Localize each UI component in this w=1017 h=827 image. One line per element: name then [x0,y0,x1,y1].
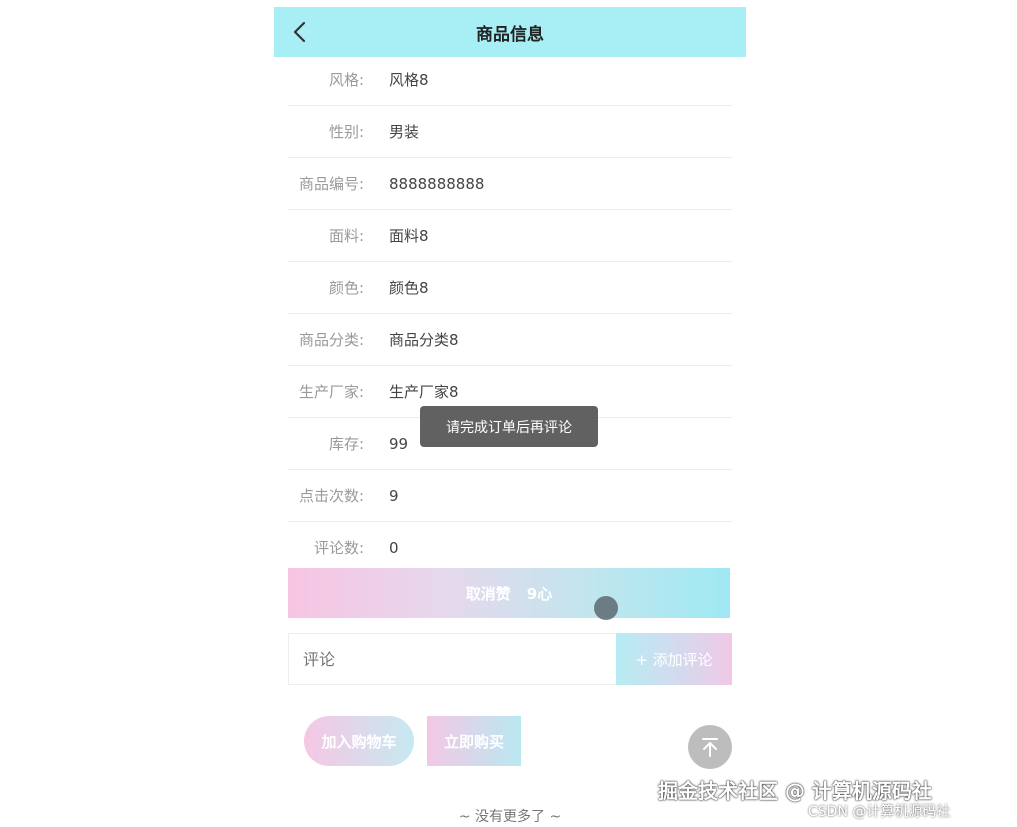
info-label: 性别: [328,123,364,141]
info-label: 颜色: [328,279,364,297]
like-count: 9心 [526,584,553,603]
info-value: 8888888888 [389,174,485,193]
info-row-product-number: 商品编号: 8888888888 [288,158,732,210]
info-row-fabric: 面料: 面料8 [288,210,732,262]
page-title: 商品信息 [476,24,544,45]
info-value: 男装 [389,123,420,141]
info-label: 面料: [328,227,364,245]
no-more-text: ~ 没有更多了 ~ [458,809,562,825]
info-row-comments: 评论数: 0 [288,522,732,574]
add-comment-button[interactable]: + 添加评论 [616,633,732,685]
back-to-top-button[interactable] [688,725,732,769]
arrow-up-to-top-icon [702,738,718,757]
watermark-csdn: CSDN @计算机源码社 [808,804,951,820]
info-value: 商品分类8 [389,331,459,349]
info-value: 面料8 [389,227,429,245]
info-label: 点击次数: [298,487,364,505]
info-label: 商品编号: [298,175,364,193]
info-value: 生产厂家8 [389,383,459,401]
info-value: 颜色8 [389,279,429,297]
info-value: 风格8 [389,71,429,89]
touch-indicator-dot [594,596,618,620]
info-row-clicks: 点击次数: 9 [288,470,732,522]
info-row-category: 商品分类: 商品分类8 [288,314,732,366]
info-row-color: 颜色: 颜色8 [288,262,732,314]
info-row-style: 风格: 风格8 [288,54,732,106]
add-to-cart-button[interactable]: 加入购物车 [304,716,414,766]
info-label: 风格: [328,71,364,89]
info-label: 库存: [328,435,364,453]
buy-now-button[interactable]: 立即购买 [427,716,521,766]
info-label: 评论数: [313,539,364,557]
chevron-left-icon [293,21,306,43]
back-button[interactable] [286,19,312,45]
unlike-label: 取消赞 [465,584,511,603]
product-info-list: 风格: 风格8 性别: 男装 商品编号: 8888888888 面料: 面料8 … [288,54,732,574]
watermark-juejin: 掘金技术社区 @ 计算机源码社 [658,779,932,803]
toast-message: 请完成订单后再评论 [420,406,598,447]
info-label: 商品分类: [298,331,364,349]
top-nav-bar: 商品信息 [274,7,746,57]
comment-bar: + 添加评论 [288,633,732,685]
info-value: 99 [389,434,409,453]
info-row-gender: 性别: 男装 [288,106,732,158]
comment-input[interactable] [289,633,616,685]
info-value: 0 [389,538,399,557]
info-label: 生产厂家: [298,383,364,401]
unlike-button[interactable]: 取消赞 9心 [288,568,730,618]
info-value: 9 [389,486,399,505]
